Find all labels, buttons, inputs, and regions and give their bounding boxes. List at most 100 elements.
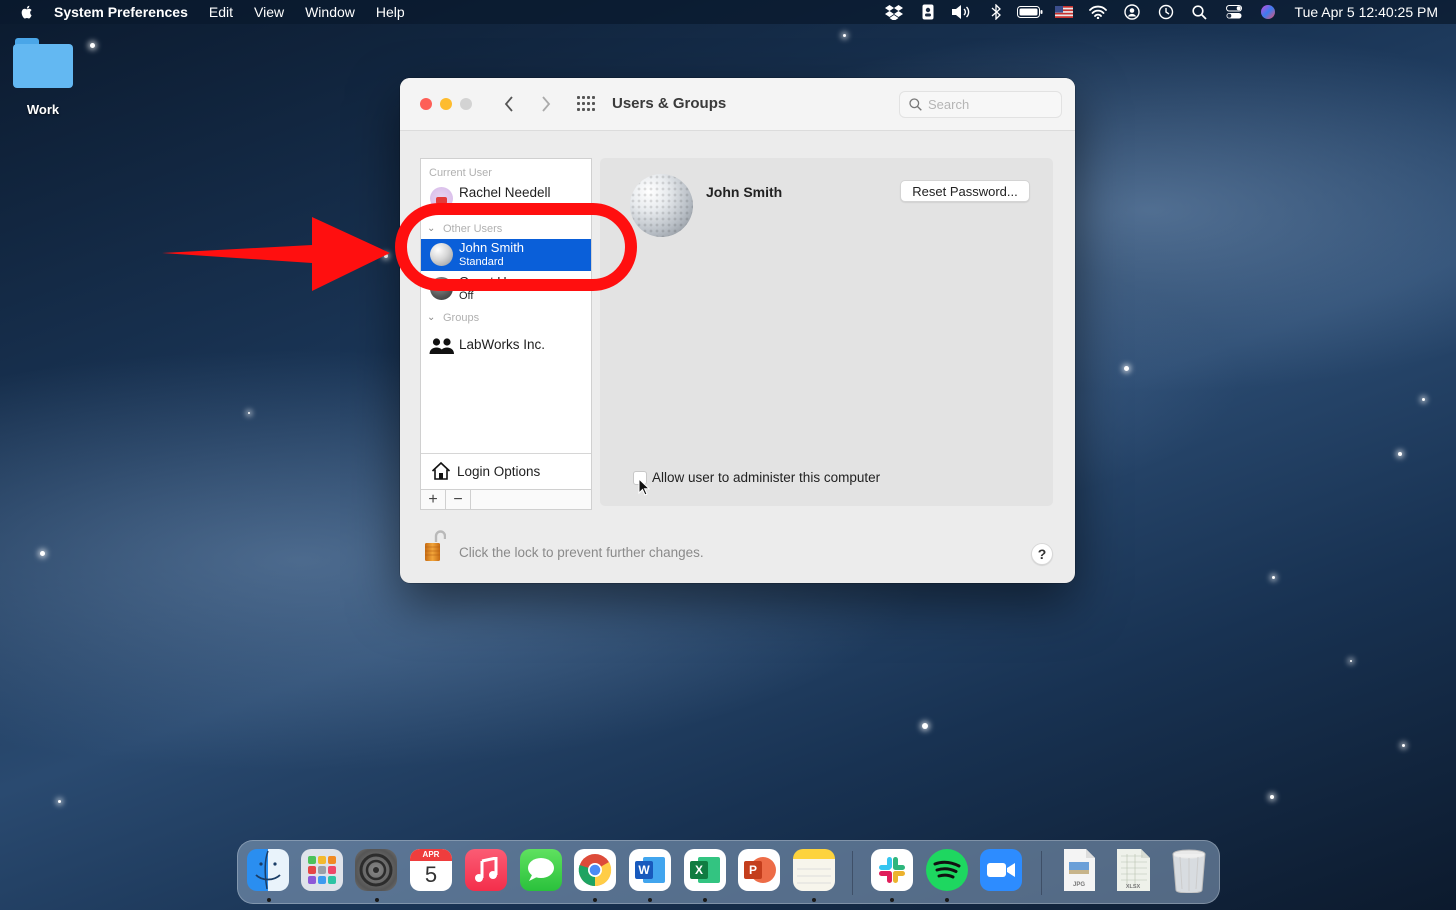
running-indicator <box>812 898 816 902</box>
gear-icon <box>359 853 393 887</box>
apple-menu-icon[interactable] <box>19 4 35 20</box>
wifi-icon[interactable] <box>1081 0 1115 24</box>
reset-password-button[interactable]: Reset Password... <box>900 180 1030 202</box>
running-indicator <box>890 898 894 902</box>
login-options-label: Login Options <box>457 464 541 479</box>
star <box>58 800 61 803</box>
dock-messages[interactable] <box>520 849 562 891</box>
dock: APR 5 W X P JPG XLSX <box>237 840 1220 904</box>
bluetooth-icon[interactable] <box>979 0 1013 24</box>
desktop-folder-work[interactable]: Work <box>12 36 74 117</box>
star <box>1350 660 1352 662</box>
dock-notes[interactable] <box>793 849 835 891</box>
user-role: Off <box>459 290 474 302</box>
dock-excel[interactable]: X <box>684 849 726 891</box>
running-indicator <box>648 898 652 902</box>
message-bubble-icon <box>528 858 554 881</box>
finder-icon <box>255 850 281 890</box>
menu-help[interactable]: Help <box>376 4 405 20</box>
dock-word[interactable]: W <box>629 849 671 891</box>
back-button[interactable] <box>498 92 520 116</box>
admin-checkbox-label: Allow user to administer this computer <box>652 470 881 485</box>
running-indicator <box>267 898 271 902</box>
search-input[interactable] <box>928 97 1048 112</box>
input-source-us-flag-icon[interactable] <box>1047 0 1081 24</box>
forward-button[interactable] <box>535 92 557 116</box>
annotation-arrow-icon <box>162 217 390 291</box>
menu-clock[interactable]: Tue Apr 5 12:40:25 PM <box>1295 4 1438 20</box>
add-user-button[interactable]: + <box>421 490 446 509</box>
close-window-button[interactable] <box>420 98 432 110</box>
running-indicator <box>593 898 597 902</box>
star <box>248 412 250 414</box>
search-field[interactable] <box>899 91 1062 118</box>
dock-finder[interactable] <box>247 849 289 891</box>
dock-trash[interactable] <box>1168 849 1210 893</box>
star <box>1272 576 1275 579</box>
dock-document-xlsx[interactable]: XLSX <box>1112 849 1154 891</box>
menu-view[interactable]: View <box>254 4 284 20</box>
unlocked-padlock-icon[interactable] <box>424 530 446 562</box>
star <box>1402 744 1405 747</box>
dock-launchpad[interactable] <box>301 849 343 891</box>
battery-icon <box>1013 0 1047 24</box>
calendar-day: 5 <box>424 862 438 887</box>
dock-powerpoint[interactable]: P <box>738 849 780 891</box>
volume-icon[interactable] <box>945 0 979 24</box>
jpg-file-icon: JPG <box>1064 849 1095 891</box>
excel-letter: X <box>690 861 708 879</box>
dock-chrome[interactable] <box>574 849 616 891</box>
contacts-icon[interactable] <box>911 0 945 24</box>
control-center-icon[interactable] <box>1217 0 1251 24</box>
menu-edit[interactable]: Edit <box>209 4 233 20</box>
time-machine-icon[interactable] <box>1149 0 1183 24</box>
star <box>1124 366 1129 371</box>
menu-app-name[interactable]: System Preferences <box>54 4 188 20</box>
powerpoint-letter: P <box>744 861 762 879</box>
menu-bar: System Preferences Edit View Window Help <box>0 0 1456 24</box>
zoom-window-button[interactable] <box>460 98 472 110</box>
detail-user-name: John Smith <box>706 184 783 200</box>
dock-calendar[interactable]: APR 5 <box>410 849 452 891</box>
groups-header: Groups <box>443 312 480 324</box>
star <box>1422 398 1425 401</box>
help-button[interactable]: ? <box>1031 543 1053 565</box>
slack-icon <box>879 857 905 883</box>
spotlight-search-icon[interactable] <box>1183 0 1217 24</box>
dock-slack[interactable] <box>871 849 913 891</box>
mouse-pointer-icon <box>638 478 650 496</box>
remove-user-button[interactable]: − <box>446 490 471 509</box>
dock-system-preferences[interactable] <box>355 849 397 891</box>
siri-icon[interactable] <box>1251 0 1285 24</box>
house-icon <box>431 461 451 480</box>
admin-checkbox-row[interactable]: Allow user to administer this computer <box>633 470 880 485</box>
user-picture[interactable] <box>630 174 693 237</box>
star <box>90 43 95 48</box>
menu-window[interactable]: Window <box>305 4 355 20</box>
chrome-icon <box>578 854 612 887</box>
star <box>40 551 45 556</box>
login-options-row[interactable]: Login Options <box>421 453 591 487</box>
dock-music[interactable] <box>465 849 507 891</box>
dock-zoom[interactable] <box>980 849 1022 891</box>
group-row-labworks[interactable]: LabWorks Inc. <box>421 329 591 361</box>
dropbox-icon[interactable] <box>877 0 911 24</box>
minimize-window-button[interactable] <box>440 98 452 110</box>
running-indicator <box>375 898 379 902</box>
users-groups-window: Users & Groups Current User Rachel Neede… <box>400 78 1075 583</box>
music-note-icon <box>475 857 498 882</box>
dock-document-jpg[interactable]: JPG <box>1058 849 1100 891</box>
dock-separator <box>852 851 853 895</box>
chevron-down-icon[interactable]: ⌄ <box>427 312 435 323</box>
dock-spotify[interactable] <box>926 849 968 891</box>
add-remove-bar: + − <box>420 489 592 510</box>
current-user-header: Current User <box>429 167 492 179</box>
window-toolbar: Users & Groups <box>400 78 1075 131</box>
user-account-icon[interactable] <box>1115 0 1149 24</box>
search-icon <box>909 98 922 111</box>
running-indicator <box>703 898 707 902</box>
chevron-left-icon <box>504 96 513 112</box>
xlsx-label: XLSX <box>1126 884 1141 890</box>
show-all-grid-icon[interactable] <box>577 96 597 112</box>
calendar-month: APR <box>410 849 452 861</box>
